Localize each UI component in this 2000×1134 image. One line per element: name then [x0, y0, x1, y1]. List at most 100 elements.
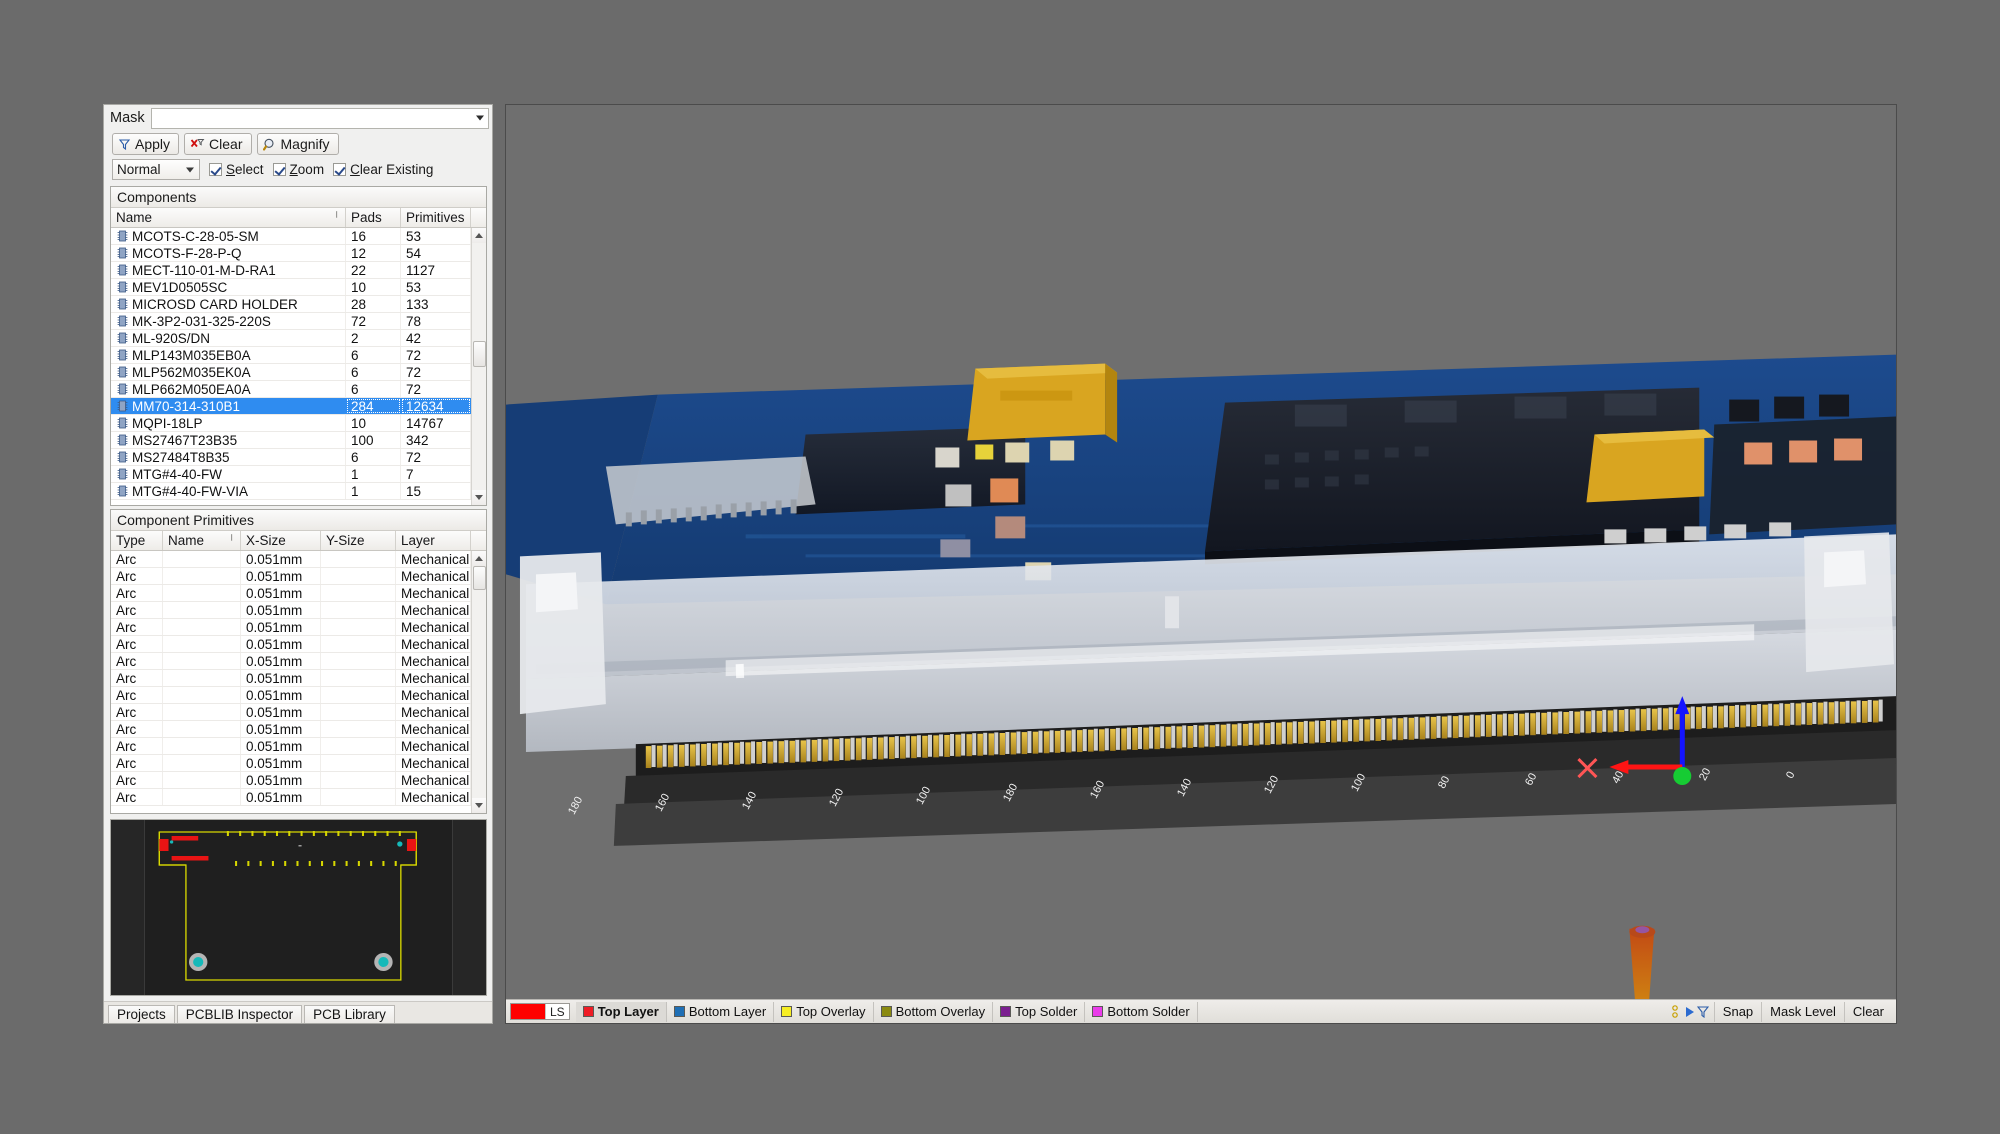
scroll-thumb[interactable] [472, 341, 486, 367]
table-row[interactable]: Arc 0.051mm Mechanical 3 [111, 789, 471, 806]
scroll-up-button[interactable] [471, 551, 486, 566]
table-row[interactable]: MTG#4-40-FW 1 7 [111, 466, 471, 483]
table-row[interactable]: MK-3P2-031-325-220S 72 78 [111, 313, 471, 330]
scroll-track[interactable] [472, 243, 487, 490]
components-body[interactable]: MCOTS-C-28-05-SM 16 53 MCOTS-F-28-P-Q 12 54 ME… [111, 228, 486, 505]
table-row[interactable]: MLP143M035EB0A 6 72 [111, 347, 471, 364]
table-row[interactable]: MM70-314-310B1 284 12634 [111, 398, 471, 415]
component-primitives-cell: 7 [401, 466, 471, 482]
table-row[interactable]: Arc 0.051mm Mechanical 3 [111, 704, 471, 721]
column-header-layer[interactable]: Layer [396, 531, 471, 550]
table-row[interactable]: ML-920S/DN 2 42 [111, 330, 471, 347]
pcb-3d-canvas[interactable]: 180 160 140 120 100 180 160 140 120 100 80 60 40 20 0 [506, 105, 1896, 999]
table-row[interactable]: MS27484T8B35 6 72 [111, 449, 471, 466]
table-row[interactable]: MEV1D0505SC 10 53 [111, 279, 471, 296]
table-row[interactable]: Arc 0.051mm Mechanical 3 [111, 568, 471, 585]
grid-snap-icon[interactable] [1671, 1004, 1683, 1019]
table-row[interactable]: MTG#4-40-FW-VIA 1 15 [111, 483, 471, 500]
table-row[interactable]: Arc 0.051mm Mechanical 13 [111, 551, 471, 568]
primitive-name-cell [163, 721, 241, 737]
component-pads-cell: 1 [346, 483, 401, 499]
column-header-pads[interactable]: Pads [346, 208, 401, 227]
table-row[interactable]: MS27467T23B35 100 342 [111, 432, 471, 449]
component-primitives-cell: 342 [401, 432, 471, 448]
table-row[interactable]: MLP562M035EK0A 6 72 [111, 364, 471, 381]
magnify-button[interactable]: Magnify [256, 133, 339, 155]
component-name-cell: MLP562M035EK0A [111, 364, 346, 380]
layer-tab-bottom-layer[interactable]: Bottom Layer [667, 1001, 775, 1022]
snap-icon-group[interactable] [1667, 1004, 1714, 1019]
component-primitives-cell: 133 [401, 296, 471, 312]
preview-canvas[interactable] [145, 820, 452, 995]
table-row[interactable]: Arc 0.051mm Mechanical 3 [111, 585, 471, 602]
column-header-pname[interactable]: Name ╵ [163, 531, 241, 550]
table-row[interactable]: Arc 0.051mm Mechanical 3 [111, 653, 471, 670]
column-header-ysize[interactable]: Y-Size [321, 531, 396, 550]
primitive-layer-cell: Mechanical 3 [396, 721, 471, 737]
table-row[interactable]: MICROSD CARD HOLDER 28 133 [111, 296, 471, 313]
panel-tab-projects[interactable]: Projects [108, 1005, 175, 1023]
apply-button[interactable]: Apply [112, 133, 180, 155]
column-header-name[interactable]: Name ╵ [111, 208, 346, 227]
scroll-thumb[interactable] [472, 566, 486, 590]
table-row[interactable]: Arc 0.051mm Mechanical 3 [111, 755, 471, 772]
primitives-scrollbar[interactable] [471, 551, 486, 813]
component-name: MTG#4-40-FW-VIA [132, 483, 249, 499]
mask-mode-select[interactable]: Normal [112, 159, 200, 180]
table-row[interactable]: MQPI-18LP 10 14767 [111, 415, 471, 432]
scroll-down-button[interactable] [471, 490, 486, 505]
components-scrollbar[interactable] [471, 228, 486, 505]
table-row[interactable]: MLP662M050EA0A 6 72 [111, 381, 471, 398]
column-header-type[interactable]: Type [111, 531, 163, 550]
mask-combobox[interactable] [150, 107, 489, 129]
layer-tab-bottom-overlay[interactable]: Bottom Overlay [874, 1001, 994, 1022]
clear-status-button[interactable]: Clear [1843, 1001, 1892, 1022]
table-row[interactable]: Arc 0.051mm Mechanical 3 [111, 772, 471, 789]
table-row[interactable]: Arc 0.051mm Mechanical 3 [111, 636, 471, 653]
table-row[interactable]: Arc 0.051mm Mechanical 3 [111, 602, 471, 619]
funnel-icon[interactable] [1696, 1005, 1709, 1018]
component-name: MCOTS-C-28-05-SM [132, 228, 259, 244]
scroll-down-button[interactable] [471, 798, 486, 813]
scroll-up-button[interactable] [471, 228, 486, 243]
table-row[interactable]: Arc 0.051mm Mechanical 3 [111, 738, 471, 755]
chevron-down-icon[interactable] [186, 167, 194, 172]
select-checkbox[interactable]: Select [209, 162, 264, 177]
primitive-layer-cell: Mechanical 3 [396, 755, 471, 771]
play-triangle-icon[interactable] [1685, 1006, 1695, 1018]
panel-tab-pcb-library[interactable]: PCB Library [304, 1005, 395, 1023]
primitives-body[interactable]: Arc 0.051mm Mechanical 13 Arc 0.051mm Mechani… [111, 551, 486, 813]
layer-tab-top-layer[interactable]: Top Layer [575, 1001, 667, 1022]
table-row[interactable]: MCOTS-F-28-P-Q 12 54 [111, 245, 471, 262]
checkbox-box[interactable] [209, 163, 222, 176]
clear-button[interactable]: Clear [184, 133, 252, 155]
column-header-primitives[interactable]: Primitives [401, 208, 471, 227]
checkbox-box[interactable] [272, 163, 286, 176]
active-layer-swatch[interactable]: LS [510, 1003, 570, 1020]
table-row[interactable]: MECT-110-01-M-D-RA1 22 1127 [111, 262, 471, 279]
primitive-layer-cell: Mechanical 3 [396, 568, 471, 584]
triangle-down-icon [475, 803, 483, 808]
zoom-checkbox[interactable]: Zoom [272, 162, 324, 177]
table-row[interactable]: Arc 0.051mm Mechanical 3 [111, 619, 471, 636]
footprint-preview[interactable] [110, 819, 487, 996]
layer-tab-top-solder[interactable]: Top Solder [993, 1001, 1086, 1022]
checkbox-box[interactable] [333, 163, 347, 176]
primitive-type-cell: Arc [111, 670, 163, 686]
board-3d-render [506, 105, 1896, 999]
component-name: MS27467T23B35 [132, 432, 238, 448]
table-row[interactable]: Arc 0.051mm Mechanical 3 [111, 687, 471, 704]
scroll-track[interactable] [472, 566, 487, 798]
column-header-xsize[interactable]: X-Size [241, 531, 321, 550]
layer-tab-top-overlay[interactable]: Top Overlay [774, 1001, 874, 1022]
clear-existing-checkbox[interactable]: Clear Existing [333, 162, 433, 177]
table-row[interactable]: MCOTS-C-28-05-SM 16 53 [111, 228, 471, 245]
mask-input[interactable] [151, 108, 488, 128]
table-row[interactable]: Arc 0.051mm Mechanical 3 [111, 670, 471, 687]
layer-tab-bottom-solder[interactable]: Bottom Solder [1085, 1001, 1198, 1022]
chevron-down-icon[interactable] [476, 115, 484, 121]
snap-button[interactable]: Snap [1713, 1001, 1761, 1022]
panel-tab-pcblib-inspector[interactable]: PCBLIB Inspector [176, 1005, 303, 1023]
mask-level-button[interactable]: Mask Level [1761, 1001, 1844, 1022]
table-row[interactable]: Arc 0.051mm Mechanical 3 [111, 721, 471, 738]
